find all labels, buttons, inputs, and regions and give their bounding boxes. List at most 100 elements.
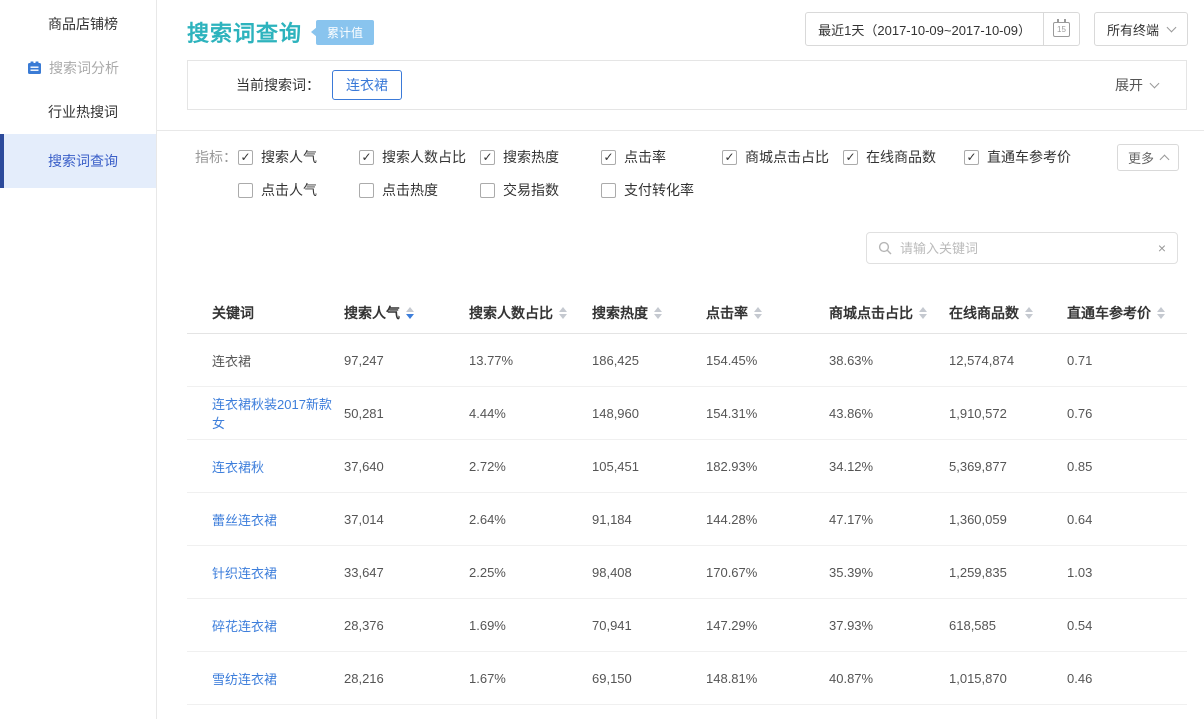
expand-toggle[interactable]: 展开 [1115,75,1158,95]
expand-label: 展开 [1115,75,1143,95]
sort-desc-icon [919,314,927,319]
column-header[interactable]: 商城点击占比 [829,303,949,323]
column-header[interactable]: 搜索人数占比 [469,303,592,323]
keyword-search-input[interactable] [900,241,1150,256]
column-header-label: 搜索热度 [592,303,648,323]
indicator-checkbox[interactable] [722,150,737,165]
calendar-icon: 15 [1053,22,1070,37]
sidebar-item[interactable]: 搜索词分析 [0,46,156,90]
column-header[interactable]: 搜索人气 [344,303,469,323]
sort-asc-icon [754,307,762,312]
indicator-checkbox[interactable] [480,183,495,198]
metric-cell: 40.87% [829,671,949,686]
keyword-cell[interactable]: 连衣裙秋装2017新款女 [187,394,344,432]
sort-icon[interactable] [754,307,762,319]
keyword-cell[interactable]: 雪纺连衣裙 [187,669,344,688]
column-header-label: 在线商品数 [949,303,1019,323]
metric-cell: 97,247 [344,353,469,368]
metric-cell: 618,585 [949,618,1067,633]
report-icon [27,61,42,75]
sort-icon[interactable] [1025,307,1033,319]
terminal-dropdown-label: 所有终端 [1107,20,1159,39]
column-header[interactable]: 搜索热度 [592,303,706,323]
indicator-item: 点击人气 [238,180,359,200]
indicator-checkbox[interactable] [964,150,979,165]
metric-cell: 105,451 [592,459,706,474]
indicator-item: 搜索人气 [238,147,359,167]
indicator-checkbox[interactable] [843,150,858,165]
date-range-control: 最近1天（2017-10-09~2017-10-09） 15 [805,12,1080,46]
sort-icon[interactable] [919,307,927,319]
column-header[interactable]: 关键词 [187,303,344,323]
indicators-row-1: 搜索人气 搜索人数占比 搜索热度 点击率 商城点击占比 在线商品数 直通车参考价 [238,147,1085,167]
keyword-cell[interactable]: 连衣裙秋 [187,457,344,476]
keyword-cell[interactable]: 碎花连衣裙 [187,616,344,635]
indicator-label: 在线商品数 [866,147,936,167]
indicator-checkbox[interactable] [359,183,374,198]
table-header-row: 关键词 搜索人气 搜索人数占比 搜索热度 点击率 [187,292,1187,334]
sort-icon[interactable] [654,307,662,319]
indicator-item: 商城点击占比 [722,147,843,167]
column-header[interactable]: 直通车参考价 [1067,303,1187,323]
sidebar-item-label: 搜索词查询 [48,151,118,171]
metric-cell: 37,014 [344,512,469,527]
metric-cell: 0.64 [1067,512,1187,527]
metric-cell: 147.29% [706,618,829,633]
indicator-label: 点击热度 [382,180,438,200]
clear-search-icon[interactable]: × [1158,241,1166,255]
indicator-checkbox[interactable] [359,150,374,165]
indicator-item: 搜索人数占比 [359,147,480,167]
indicator-checkbox[interactable] [238,183,253,198]
indicator-checkbox[interactable] [601,183,616,198]
metric-cell: 1,360,059 [949,512,1067,527]
table-row: 针织连衣裙 33,647 2.25% 98,408 170.67% 35.39%… [187,546,1187,599]
calendar-button[interactable]: 15 [1043,13,1079,45]
sort-icon[interactable] [406,307,414,319]
metric-cell: 35.39% [829,565,949,580]
indicator-label: 点击人气 [261,180,317,200]
more-button-label: 更多 [1128,148,1154,167]
sidebar-item-label: 商品店铺榜 [48,14,118,34]
indicator-label: 搜索热度 [503,147,559,167]
indicator-checkbox[interactable] [601,150,616,165]
sidebar-item[interactable]: 行业热搜词 [0,90,156,134]
column-header-label: 搜索人数占比 [469,303,553,323]
sort-desc-icon [1157,314,1165,319]
metric-cell: 1.67% [469,671,592,686]
keyword-cell[interactable]: 蕾丝连衣裙 [187,510,344,529]
metric-cell: 144.28% [706,512,829,527]
terminal-dropdown[interactable]: 所有终端 [1094,12,1188,46]
keyword-cell[interactable]: 针织连衣裙 [187,563,344,582]
page-title: 搜索词查询 [187,16,302,48]
date-range-button[interactable]: 最近1天（2017-10-09~2017-10-09） [806,13,1043,45]
column-header[interactable]: 在线商品数 [949,303,1067,323]
metric-cell: 1.03 [1067,565,1187,580]
chevron-down-icon [1150,79,1160,89]
metric-cell: 2.25% [469,565,592,580]
indicator-item: 搜索热度 [480,147,601,167]
metric-cell: 0.76 [1067,406,1187,421]
column-header-label: 商城点击占比 [829,303,913,323]
indicator-checkbox[interactable] [480,150,495,165]
indicator-checkbox[interactable] [238,150,253,165]
current-keyword-label: 当前搜索词： [236,75,320,95]
metric-cell: 2.72% [469,459,592,474]
sort-asc-icon [919,307,927,312]
metric-cell: 2.64% [469,512,592,527]
keyword-cell[interactable]: 连衣裙 [187,351,344,370]
sort-icon[interactable] [559,307,567,319]
metric-cell: 13.77% [469,353,592,368]
metric-cell: 0.71 [1067,353,1187,368]
indicator-label: 直通车参考价 [987,147,1071,167]
table-row: 连衣裙秋 37,640 2.72% 105,451 182.93% 34.12%… [187,440,1187,493]
more-button[interactable]: 更多 [1117,144,1179,171]
column-header[interactable]: 点击率 [706,303,829,323]
column-header-label: 直通车参考价 [1067,303,1151,323]
sidebar-item[interactable]: 搜索词查询 [0,134,156,188]
metric-cell: 34.12% [829,459,949,474]
table-row: 连衣裙秋装2017新款女 50,281 4.44% 148,960 154.31… [187,387,1187,440]
sidebar-item[interactable]: 商品店铺榜 [0,2,156,46]
sort-asc-icon [1157,307,1165,312]
current-keyword-tag[interactable]: 连衣裙 [332,70,402,100]
sort-icon[interactable] [1157,307,1165,319]
